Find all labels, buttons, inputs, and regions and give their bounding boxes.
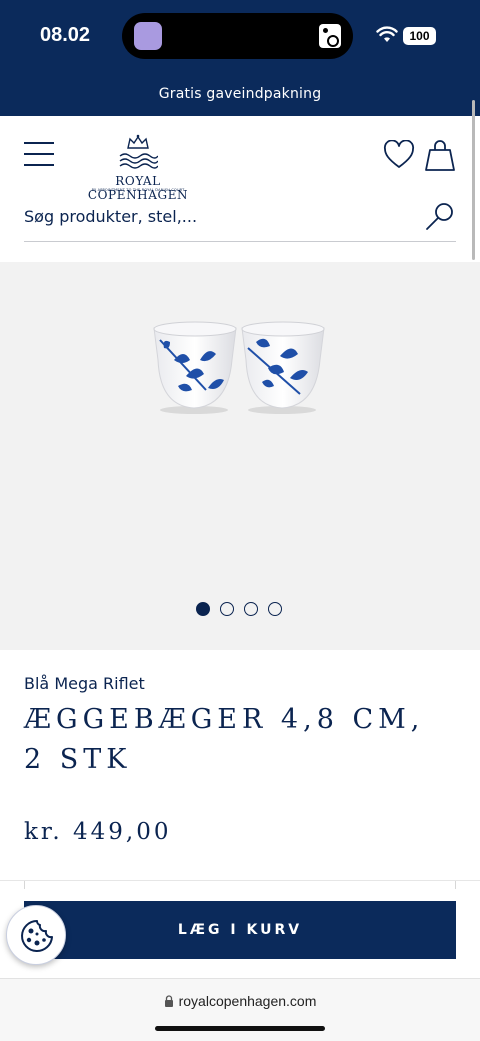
add-to-cart-button[interactable]: LÆG I KURV — [24, 901, 456, 959]
logo-subline: BY APPOINTMENT TO THE ROYAL DANISH COURT — [91, 188, 185, 192]
crown-icon — [127, 134, 149, 149]
egg-cups-image — [153, 321, 325, 414]
product-series[interactable]: Blå Mega Riflet — [24, 674, 145, 693]
pagination-dot-2[interactable] — [220, 602, 234, 616]
browser-address-bar[interactable]: royalcopenhagen.com — [0, 978, 480, 1041]
quantity-box-edge — [24, 881, 456, 889]
gallery-pagination — [196, 602, 282, 618]
hamburger-menu-icon[interactable] — [24, 142, 54, 166]
waves-icon — [119, 153, 158, 169]
cookie-icon — [21, 920, 53, 952]
search-icon[interactable] — [424, 201, 456, 233]
product-gallery[interactable] — [0, 262, 480, 650]
status-time: 08.02 — [40, 24, 91, 46]
url-text: royalcopenhagen.com — [178, 993, 317, 1009]
shopping-bag-icon[interactable] — [424, 138, 456, 172]
url-display[interactable]: royalcopenhagen.com — [0, 993, 480, 1009]
pagination-dot-3[interactable] — [244, 602, 258, 616]
scroll-indicator — [472, 100, 475, 260]
search-input[interactable]: Søg produkter, stel,... — [24, 196, 456, 242]
battery-indicator: 100 — [403, 27, 436, 45]
cookie-settings-button[interactable] — [6, 905, 66, 965]
status-bar: 08.02 100 — [0, 0, 480, 78]
search-placeholder: Søg produkter, stel,... — [24, 207, 198, 226]
camera-icon — [319, 24, 341, 48]
home-indicator — [155, 1026, 325, 1031]
wishlist-heart-icon[interactable] — [383, 140, 415, 170]
brand-logo[interactable]: ROYAL COPENHAGEN BY APPOINTMENT TO THE R… — [72, 134, 204, 202]
pagination-dot-1[interactable] — [196, 602, 210, 616]
pagination-dot-4[interactable] — [268, 602, 282, 616]
site-header: ROYAL COPENHAGEN BY APPOINTMENT TO THE R… — [0, 116, 480, 262]
promo-banner[interactable]: Gratis gaveindpakning — [0, 78, 480, 116]
product-price: kr. 449,00 — [24, 819, 172, 845]
app-icon — [134, 22, 162, 50]
wifi-icon — [376, 26, 398, 42]
lock-icon — [164, 995, 173, 1007]
dynamic-island — [122, 13, 353, 59]
product-title: ÆGGEBÆGER 4,8 CM, 2 STK — [24, 704, 425, 775]
add-to-cart-bar: LÆG I KURV — [0, 880, 480, 978]
